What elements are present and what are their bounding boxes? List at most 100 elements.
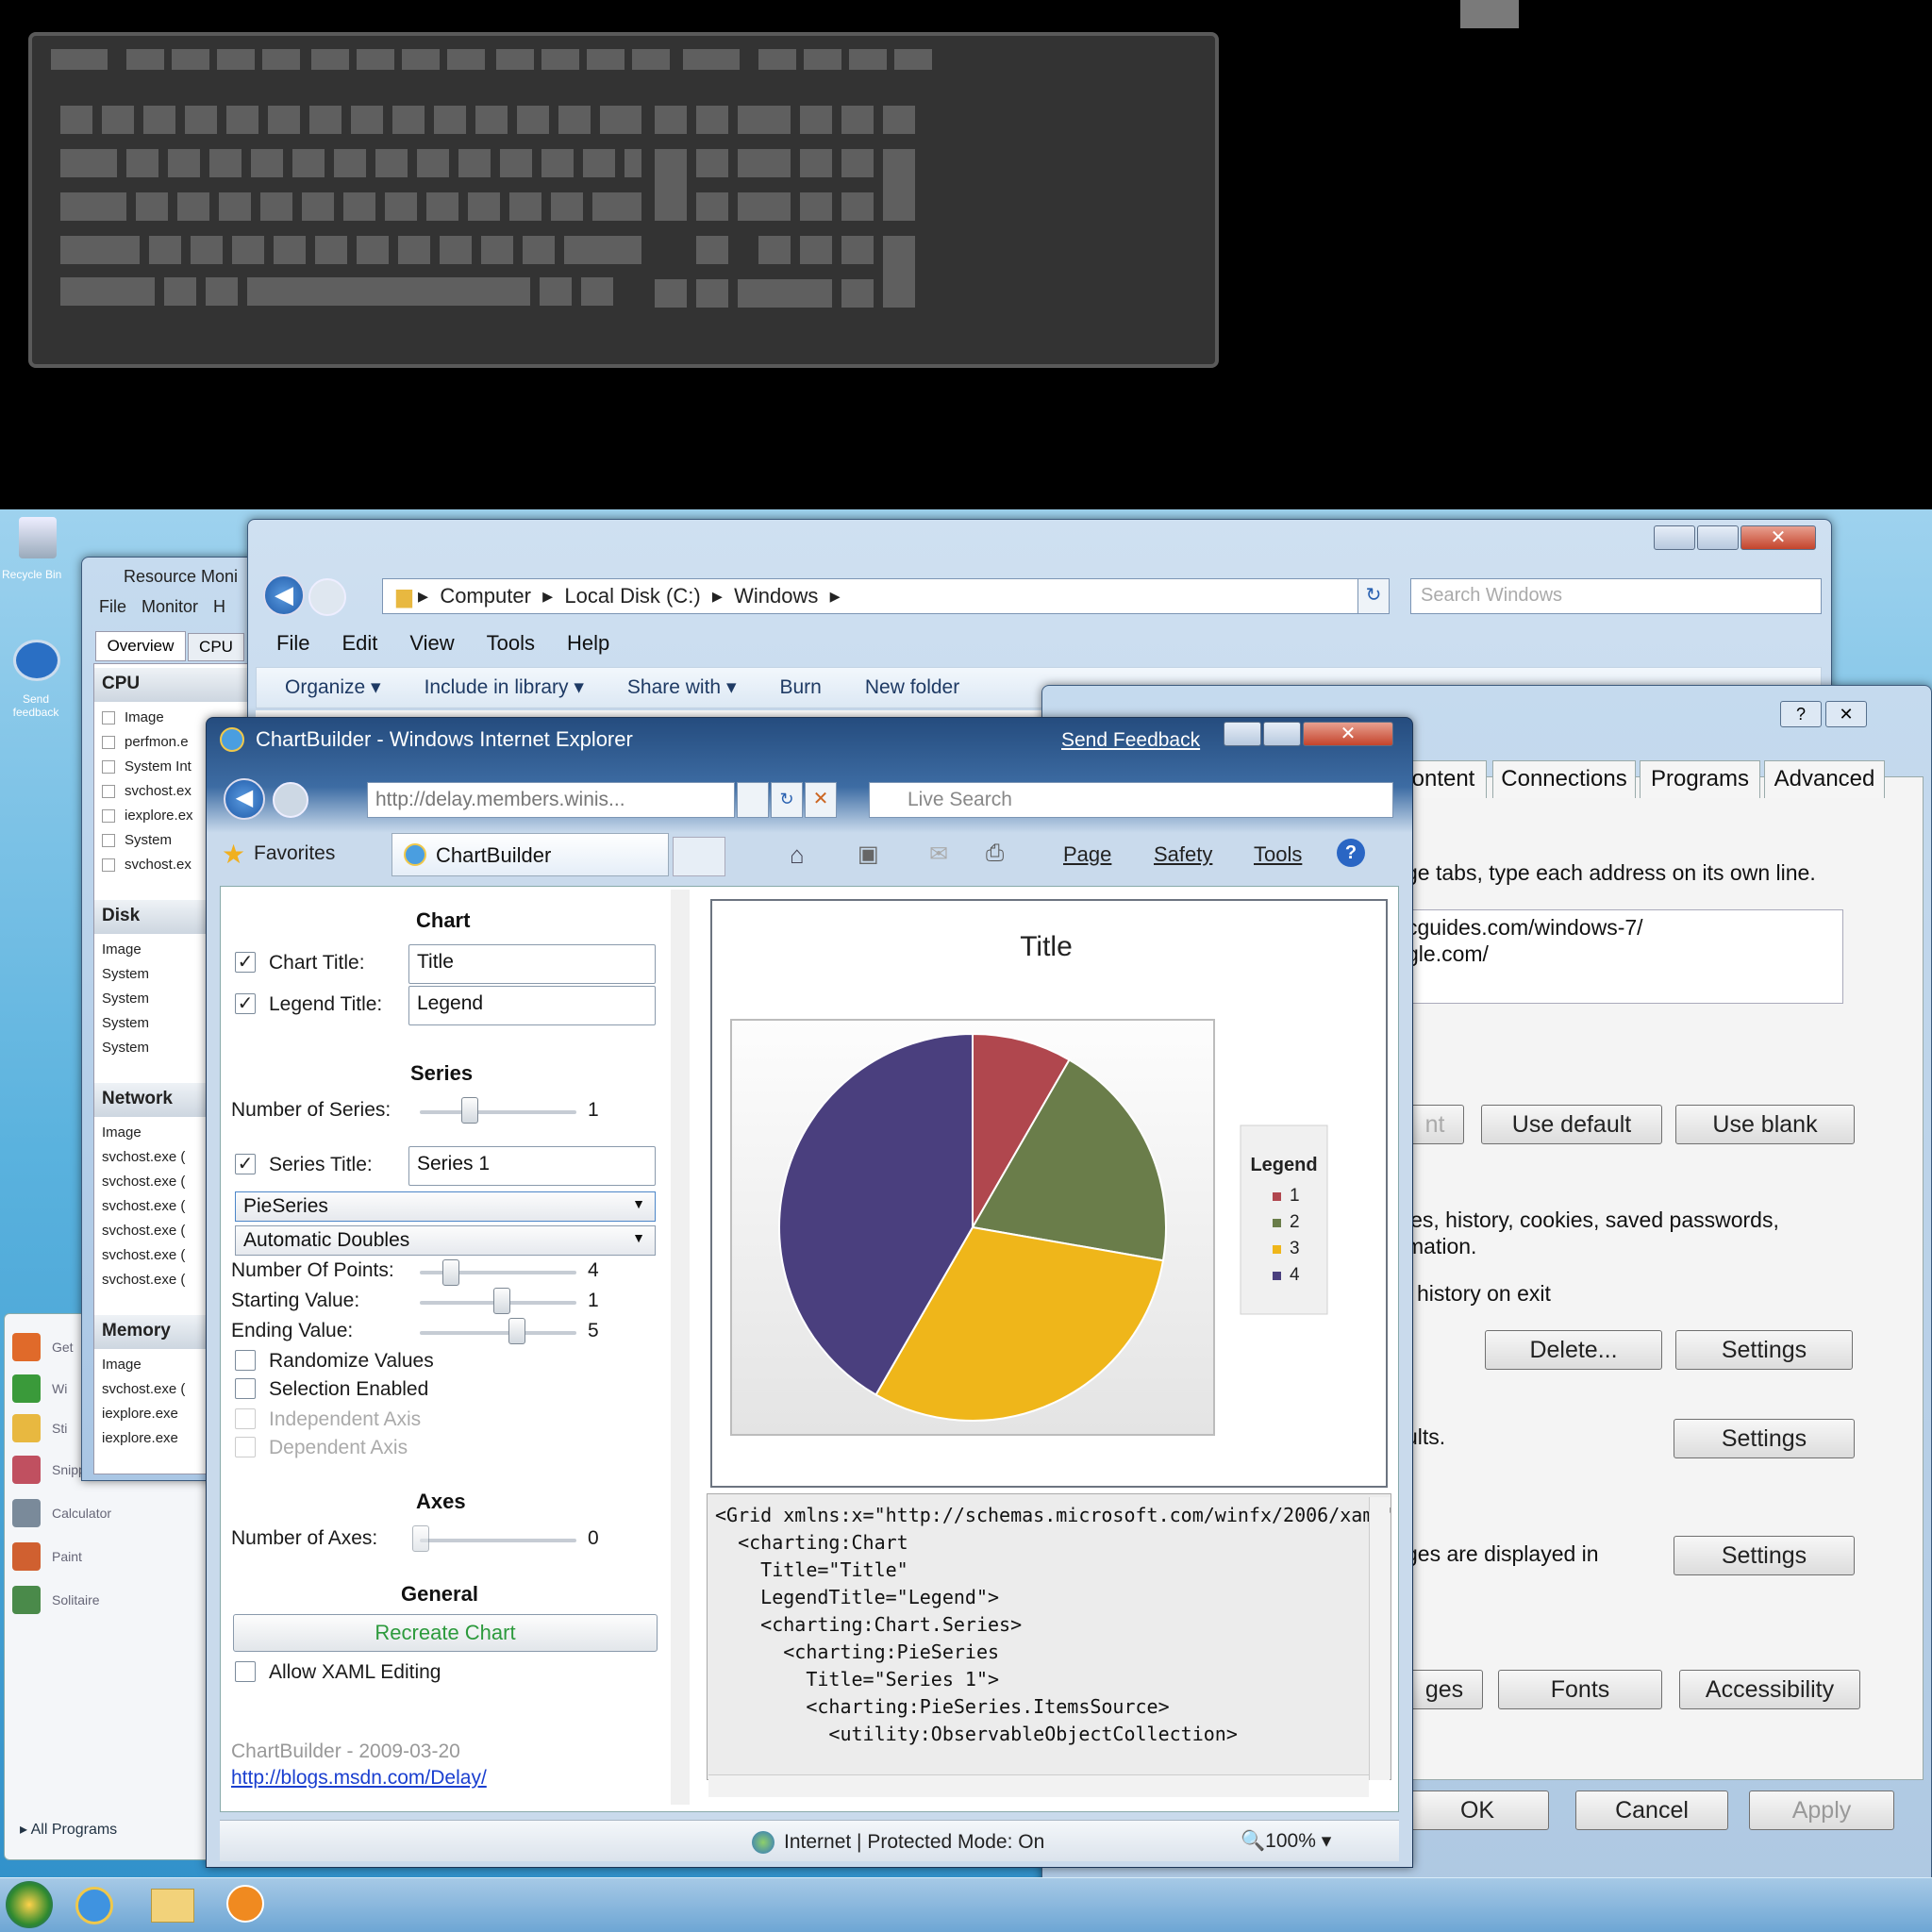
help-button[interactable]: ? <box>1780 701 1822 727</box>
rm-section-header[interactable]: CPU <box>94 668 270 702</box>
rm-menu-file[interactable]: File <box>99 597 126 616</box>
zoom-level[interactable]: 🔍100% ▾ <box>1241 1829 1331 1853</box>
series-title-checkbox[interactable]: ✓ <box>235 1154 256 1174</box>
ie-maximize-button[interactable] <box>1263 722 1301 746</box>
ending-value-slider[interactable] <box>420 1331 576 1335</box>
address-bar[interactable]: ▆ ▸ Computer ▸ Local Disk (C:) ▸ Windows… <box>382 578 1382 614</box>
rm-menu-help[interactable]: H <box>213 597 225 616</box>
page-menu[interactable]: Page <box>1063 842 1111 867</box>
help-icon[interactable]: ? <box>1337 839 1365 867</box>
homepage-textbox[interactable]: cguides.com/windows-7/ gle.com/ <box>1406 909 1843 1004</box>
rm-menu-monitor[interactable]: Monitor <box>142 597 198 616</box>
ie-minimize-button[interactable] <box>1224 722 1261 746</box>
explorer-command[interactable]: Burn <box>779 676 821 698</box>
start-button[interactable] <box>6 1881 53 1928</box>
legend-title-checkbox[interactable]: ✓ <box>235 993 256 1014</box>
delete-button[interactable]: Delete... <box>1485 1330 1662 1370</box>
close-button[interactable]: ✕ <box>1740 525 1816 550</box>
blog-link[interactable]: http://blogs.msdn.com/Delay/ <box>231 1767 487 1790</box>
start-menu-item[interactable]: Solitaire <box>12 1586 100 1620</box>
num-series-slider[interactable] <box>420 1110 576 1114</box>
explorer-menu-item[interactable]: Edit <box>341 631 377 655</box>
use-default-button[interactable]: Use default <box>1481 1105 1662 1144</box>
explorer-menu-item[interactable]: Help <box>567 631 609 655</box>
rm-tab-overview[interactable]: Overview <box>95 631 186 661</box>
search-input[interactable]: Search Windows <box>1410 578 1822 614</box>
use-blank-button[interactable]: Use blank <box>1675 1105 1855 1144</box>
explorer-menu-item[interactable]: File <box>276 631 309 655</box>
ie-refresh-button[interactable]: ↻ <box>771 782 803 818</box>
series-title-input[interactable]: Series 1 <box>408 1146 656 1186</box>
crumb-local-disk[interactable]: Local Disk (C:) <box>564 584 700 608</box>
ie-address-bar[interactable]: http://delay.members.winis... <box>367 782 735 818</box>
all-programs-item[interactable]: ▸ All Programs <box>20 1820 117 1839</box>
series-type-select[interactable]: PieSeries ▼ <box>235 1191 656 1222</box>
allow-xaml-checkbox[interactable] <box>235 1661 256 1682</box>
rm-tab-cpu[interactable]: CPU <box>188 633 244 661</box>
languages-button[interactable]: ges <box>1406 1670 1483 1709</box>
explorer-command[interactable]: Share with ▾ <box>627 676 737 698</box>
ie-forward-button[interactable] <box>273 782 308 818</box>
send-feedback-desktop-icon[interactable] <box>13 640 60 681</box>
ie-stop-button[interactable]: ✕ <box>805 782 837 818</box>
taskbar-media-player-icon[interactable] <box>226 1885 264 1923</box>
legend-title-input[interactable]: Legend <box>408 986 656 1025</box>
starting-value-thumb[interactable] <box>493 1288 510 1314</box>
mail-icon[interactable]: ✉ <box>929 841 948 868</box>
apply-button[interactable]: Apply <box>1749 1790 1894 1830</box>
num-axes-thumb[interactable] <box>412 1525 429 1552</box>
xaml-horizontal-scrollbar[interactable] <box>708 1774 1369 1797</box>
accessibility-button[interactable]: Accessibility <box>1679 1670 1860 1709</box>
ok-button[interactable]: OK <box>1406 1790 1549 1830</box>
favorites-button[interactable]: ★ Favorites <box>216 837 358 874</box>
cancel-button[interactable]: Cancel <box>1575 1790 1728 1830</box>
randomize-checkbox[interactable] <box>235 1350 256 1371</box>
ie-close-button[interactable]: ✕ <box>1303 722 1393 746</box>
ie-back-button[interactable]: ◀ <box>224 778 265 820</box>
num-points-thumb[interactable] <box>442 1259 459 1286</box>
explorer-command[interactable]: Organize ▾ <box>285 676 381 698</box>
value-type-select[interactable]: Automatic Doubles ▼ <box>235 1225 656 1256</box>
num-series-thumb[interactable] <box>461 1097 478 1124</box>
dependent-axis-checkbox[interactable] <box>235 1437 256 1457</box>
maximize-button[interactable] <box>1697 525 1739 550</box>
left-panel-scrollbar[interactable] <box>671 890 690 1805</box>
tools-menu[interactable]: Tools <box>1254 842 1302 867</box>
xaml-vertical-scrollbar[interactable] <box>1369 1497 1390 1780</box>
tab-advanced[interactable]: Advanced <box>1764 760 1885 798</box>
explorer-command[interactable]: Include in library ▾ <box>425 676 584 698</box>
compat-view-button[interactable] <box>737 782 769 818</box>
explorer-menu-item[interactable]: View <box>409 631 454 655</box>
independent-axis-checkbox[interactable] <box>235 1408 256 1429</box>
tab-connections[interactable]: Connections <box>1492 760 1636 798</box>
start-menu-item[interactable]: Paint <box>12 1542 82 1576</box>
live-search-input[interactable]: Live Search <box>869 782 1393 818</box>
send-feedback-link[interactable]: Send Feedback <box>1061 729 1200 752</box>
new-tab-button[interactable] <box>673 837 725 876</box>
start-menu-item[interactable]: Wi <box>12 1374 67 1408</box>
refresh-button[interactable]: ↻ <box>1357 578 1390 614</box>
print-icon[interactable]: ⎙ <box>986 841 1004 867</box>
taskbar-explorer-icon[interactable] <box>151 1889 194 1923</box>
explorer-menu-item[interactable]: Tools <box>487 631 535 655</box>
selection-checkbox[interactable] <box>235 1378 256 1399</box>
tab-programs[interactable]: Programs <box>1640 760 1760 798</box>
crumb-computer[interactable]: Computer <box>440 584 531 608</box>
ie-tab-chartbuilder[interactable]: ChartBuilder <box>391 833 669 876</box>
tabs-settings-button[interactable]: Settings <box>1674 1536 1855 1575</box>
minimize-button[interactable] <box>1654 525 1695 550</box>
fonts-button[interactable]: Fonts <box>1498 1670 1662 1709</box>
search-settings-button[interactable]: Settings <box>1674 1419 1855 1458</box>
use-current-button[interactable]: nt <box>1406 1105 1464 1144</box>
history-settings-button[interactable]: Settings <box>1675 1330 1853 1370</box>
start-menu-item[interactable]: Calculator <box>12 1499 111 1533</box>
taskbar-ie-icon[interactable] <box>75 1887 113 1924</box>
recycle-bin-icon[interactable] <box>19 517 57 558</box>
safety-menu[interactable]: Safety <box>1154 842 1212 867</box>
home-icon[interactable]: ⌂ <box>790 841 805 870</box>
recreate-chart-button[interactable]: Recreate Chart <box>233 1614 658 1652</box>
start-menu-item[interactable]: Sti <box>12 1414 67 1448</box>
explorer-command[interactable]: New folder <box>865 676 959 698</box>
dialog-close-button[interactable]: ✕ <box>1825 701 1867 727</box>
feeds-icon[interactable]: ▣ <box>858 841 879 868</box>
